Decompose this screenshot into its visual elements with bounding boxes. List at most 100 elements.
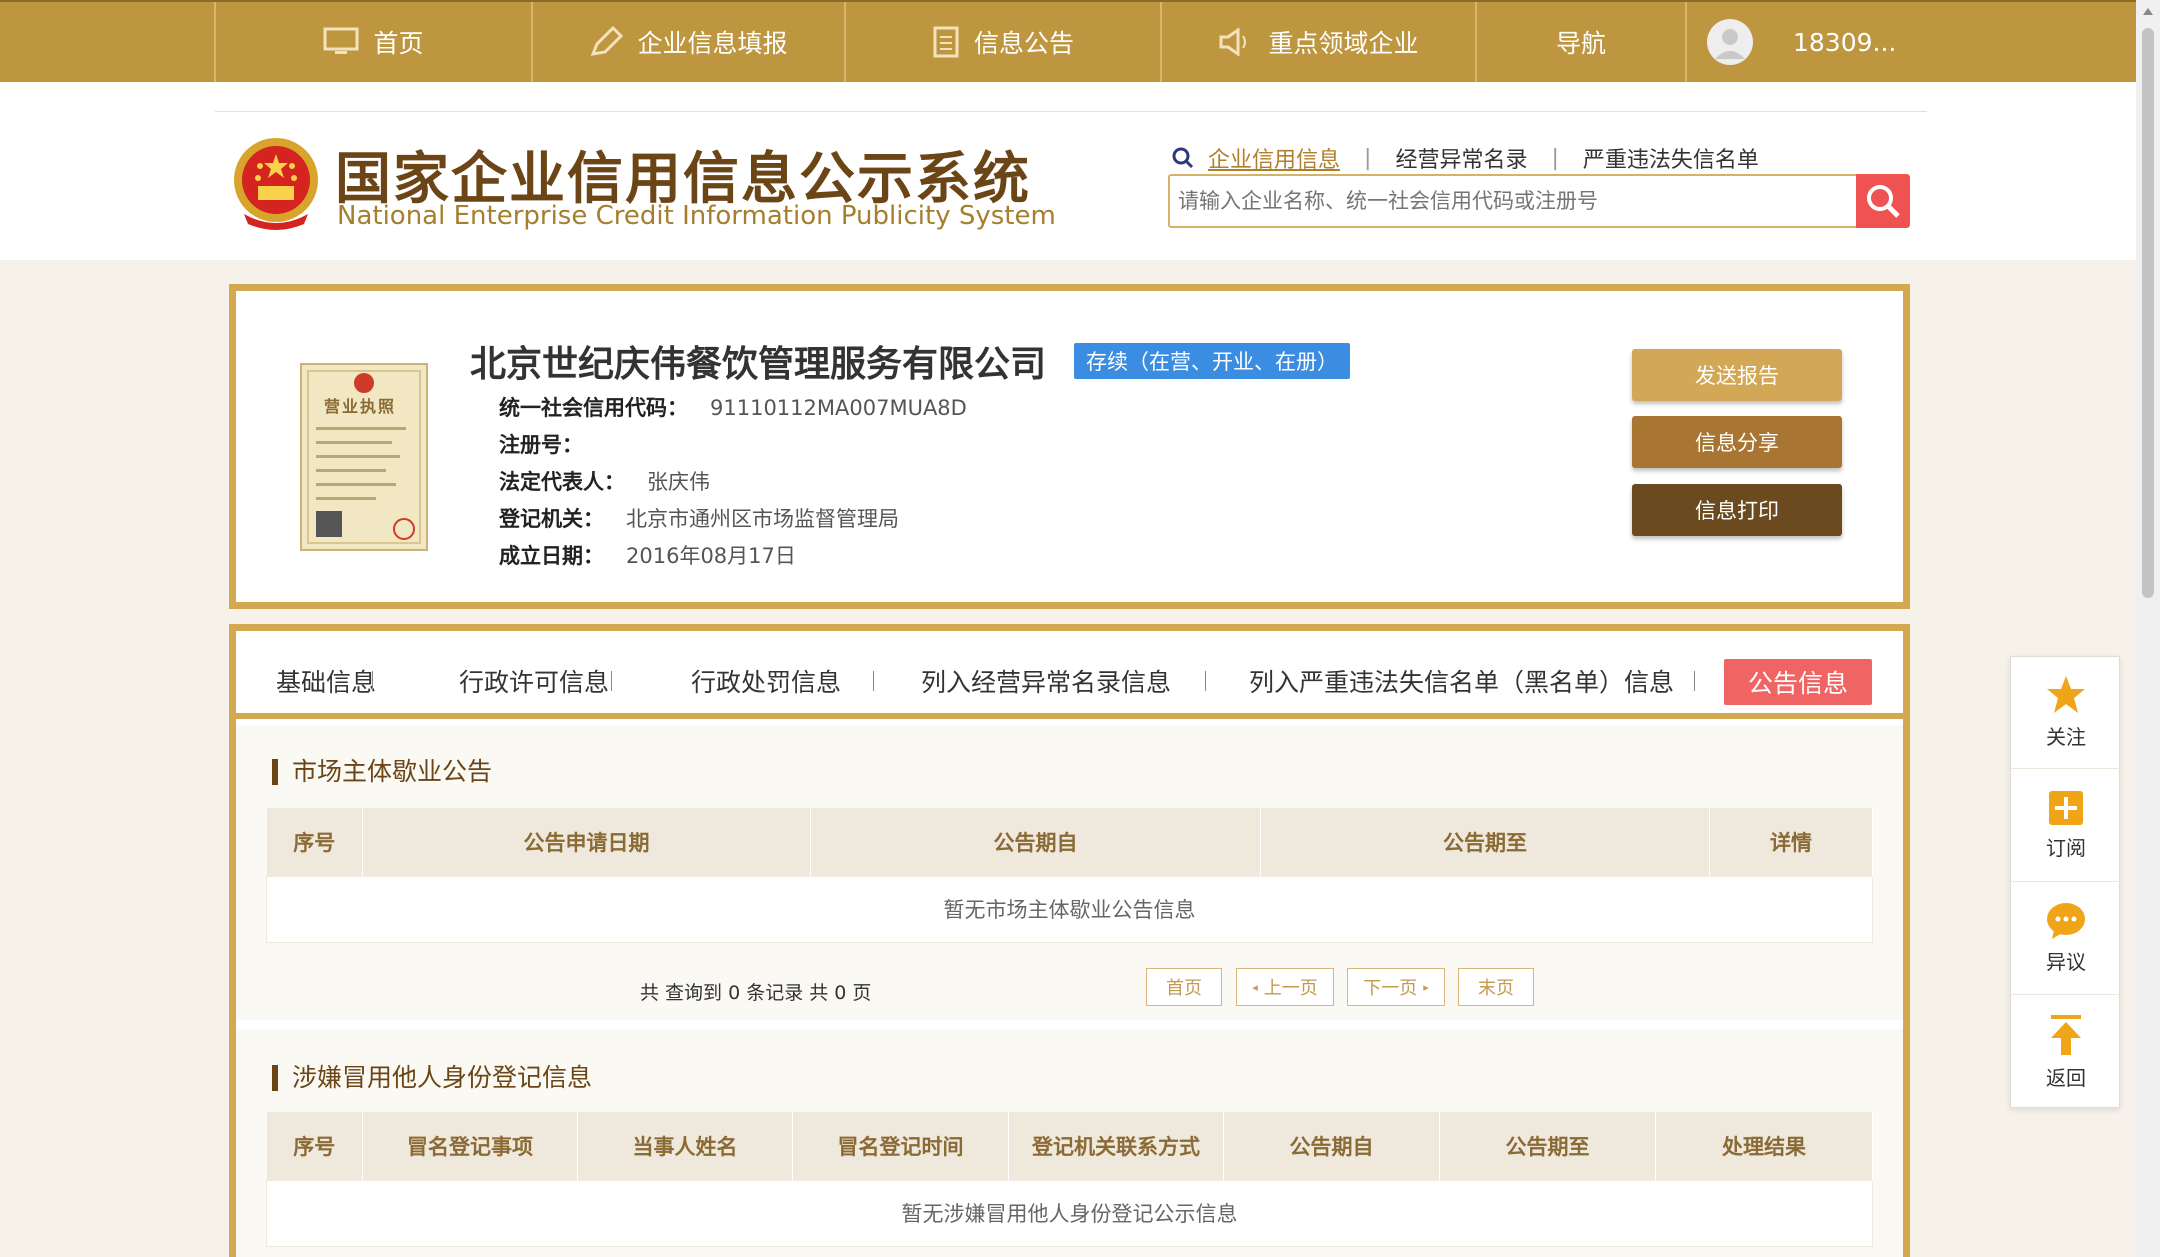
column-header: 处理结果 <box>1655 1112 1873 1180</box>
chevron-left-icon: ◂ <box>1252 980 1258 994</box>
first-page-button[interactable]: 首页 <box>1146 968 1222 1006</box>
info-value: 91110112MA007MUA8D <box>710 396 967 420</box>
nav-notice-label: 信息公告 <box>973 29 1074 58</box>
info-authority: 登记机关： 北京市通州区市场监督管理局 <box>499 503 899 533</box>
tab-basic[interactable]: 基础信息 <box>276 663 376 699</box>
last-page-button[interactable]: 末页 <box>1458 968 1534 1006</box>
column-header: 当事人姓名 <box>577 1112 793 1180</box>
search-box <box>1168 174 1910 228</box>
column-header: 公告期至 <box>1439 1112 1656 1180</box>
objection-button[interactable]: 异议 <box>2011 883 2121 995</box>
divider <box>215 111 1927 112</box>
column-header: 序号 <box>266 1112 363 1180</box>
pen-icon <box>591 26 624 56</box>
table-row: 暂无涉嫌冒用他人身份登记公示信息 <box>266 1179 1873 1247</box>
top-nav: 首页 企业信息填报 信息公告 重点领域企业 导航 18309... <box>0 0 2136 82</box>
info-label: 法定代表人： <box>499 470 625 494</box>
plus-square-icon <box>2049 791 2083 825</box>
national-emblem-icon <box>234 138 318 230</box>
star-icon <box>2047 676 2085 713</box>
tab-announcement[interactable]: 公告信息 <box>1724 659 1872 705</box>
table-header: 序号 冒名登记事项 当事人姓名 冒名登记时间 登记机关联系方式 公告期自 公告期… <box>266 1112 1873 1180</box>
search-tab-blacklist[interactable]: 严重违法失信名单 <box>1583 142 1759 174</box>
document-icon <box>933 26 959 58</box>
column-header: 公告期自 <box>810 808 1261 876</box>
table-header: 序号 公告申请日期 公告期自 公告期至 详情 <box>266 808 1873 876</box>
column-header: 登记机关联系方式 <box>1008 1112 1224 1180</box>
search-input[interactable] <box>1170 176 1840 226</box>
tab-blacklist[interactable]: 列入严重违法失信名单（黑名单）信息 <box>1249 663 1674 699</box>
scrollbar-thumb[interactable] <box>2142 28 2154 598</box>
search-tabs: 企业信用信息 | 经营异常名录 | 严重违法失信名单 <box>1172 142 1759 174</box>
separator: | <box>1551 145 1559 171</box>
search-tab-credit[interactable]: 企业信用信息 <box>1208 142 1340 174</box>
share-button[interactable]: 信息分享 <box>1632 416 1842 468</box>
objection-label: 异议 <box>2046 950 2086 974</box>
info-value: 北京市通州区市场监督管理局 <box>626 507 899 531</box>
info-panel: 基础信息 行政许可信息 行政处罚信息 列入经营异常名录信息 列入严重违法失信名单… <box>229 624 1910 1257</box>
section-identity-fraud: 涉嫌冒用他人身份登记信息 序号 冒名登记事项 当事人姓名 冒名登记时间 登记机关… <box>236 1029 1903 1257</box>
tab-penalty[interactable]: 行政处罚信息 <box>691 663 841 699</box>
info-label: 登记机关： <box>499 507 604 531</box>
follow-button[interactable]: 关注 <box>2011 657 2121 769</box>
column-header: 冒名登记时间 <box>792 1112 1009 1180</box>
tab-divider <box>372 671 373 691</box>
info-founded: 成立日期： 2016年08月17日 <box>499 540 796 570</box>
chat-bubble-icon <box>2047 903 2085 939</box>
nav-fill-label: 企业信息填报 <box>637 29 788 58</box>
info-credit-code: 统一社会信用代码： 91110112MA007MUA8D <box>499 392 967 422</box>
search-tab-abnormal[interactable]: 经营异常名录 <box>1395 142 1527 174</box>
column-header: 冒名登记事项 <box>362 1112 578 1180</box>
back-to-top-button[interactable]: 返回 <box>2011 996 2121 1108</box>
subscribe-button[interactable]: 订阅 <box>2011 770 2121 882</box>
nav-key-enterprise-label: 重点领域企业 <box>1268 29 1419 58</box>
closure-table: 序号 公告申请日期 公告期自 公告期至 详情 暂无市场主体歇业公告信息 <box>266 808 1873 943</box>
print-button[interactable]: 信息打印 <box>1632 484 1842 536</box>
scrollbar[interactable] <box>2136 0 2160 1257</box>
send-report-button[interactable]: 发送报告 <box>1632 349 1842 401</box>
business-license-image[interactable] <box>300 363 428 551</box>
tab-bar: 基础信息 行政许可信息 行政处罚信息 列入经营异常名录信息 列入严重违法失信名单… <box>236 631 1903 719</box>
avatar <box>1707 19 1753 65</box>
nav-guide[interactable]: 导航 <box>1475 2 1685 82</box>
empty-message: 暂无涉嫌冒用他人身份登记公示信息 <box>266 1179 1873 1247</box>
speaker-icon <box>1219 28 1247 56</box>
floating-toolbar: 关注 订阅 异议 返回 <box>2010 656 2121 1108</box>
nav-notice[interactable]: 信息公告 <box>844 2 1160 82</box>
info-label: 成立日期： <box>499 544 604 568</box>
prev-page-button[interactable]: ◂ 上一页 <box>1236 968 1334 1006</box>
next-page-label: 下一页 <box>1363 978 1418 999</box>
nav-key-enterprise[interactable]: 重点领域企业 <box>1160 2 1475 82</box>
tab-divider <box>873 671 874 691</box>
pager-summary: 共 查询到 0 条记录 共 0 页 <box>640 982 872 1004</box>
info-legal-rep: 法定代表人： 张庆伟 <box>499 466 710 496</box>
arrow-up-icon <box>2051 1014 2081 1055</box>
next-page-button[interactable]: 下一页 ▸ <box>1347 968 1445 1006</box>
user-name: 18309... <box>1793 27 1897 57</box>
nav-user[interactable]: 18309... <box>1685 2 2136 82</box>
tab-abnormal[interactable]: 列入经营异常名录信息 <box>921 663 1171 699</box>
tab-divider <box>1694 671 1695 691</box>
back-label: 返回 <box>2046 1065 2086 1090</box>
tab-divider <box>1205 671 1206 691</box>
nav-guide-label: 导航 <box>1555 29 1606 58</box>
scroll-up-arrow[interactable] <box>2143 8 2153 15</box>
tab-divider <box>611 671 612 691</box>
info-reg-no: 注册号： <box>499 429 605 459</box>
nav-fill[interactable]: 企业信息填报 <box>531 2 844 82</box>
empty-message: 暂无市场主体歇业公告信息 <box>266 875 1873 943</box>
search-button[interactable] <box>1856 174 1910 228</box>
subscribe-label: 订阅 <box>2046 836 2086 860</box>
search-icon <box>1172 147 1194 169</box>
separator: | <box>1364 145 1372 171</box>
column-header: 公告申请日期 <box>362 808 811 876</box>
info-value: 2016年08月17日 <box>626 544 796 568</box>
site-subtitle: National Enterprise Credit Information P… <box>337 201 1056 231</box>
column-header: 序号 <box>266 808 363 876</box>
section-closure-notice: 市场主体歇业公告 序号 公告申请日期 公告期自 公告期至 详情 暂无市场主体歇业… <box>236 725 1903 1020</box>
table-row: 暂无市场主体歇业公告信息 <box>266 875 1873 943</box>
column-header: 公告期至 <box>1260 808 1710 876</box>
follow-label: 关注 <box>2046 725 2086 749</box>
nav-home[interactable]: 首页 <box>214 2 531 82</box>
tab-license[interactable]: 行政许可信息 <box>459 663 609 699</box>
